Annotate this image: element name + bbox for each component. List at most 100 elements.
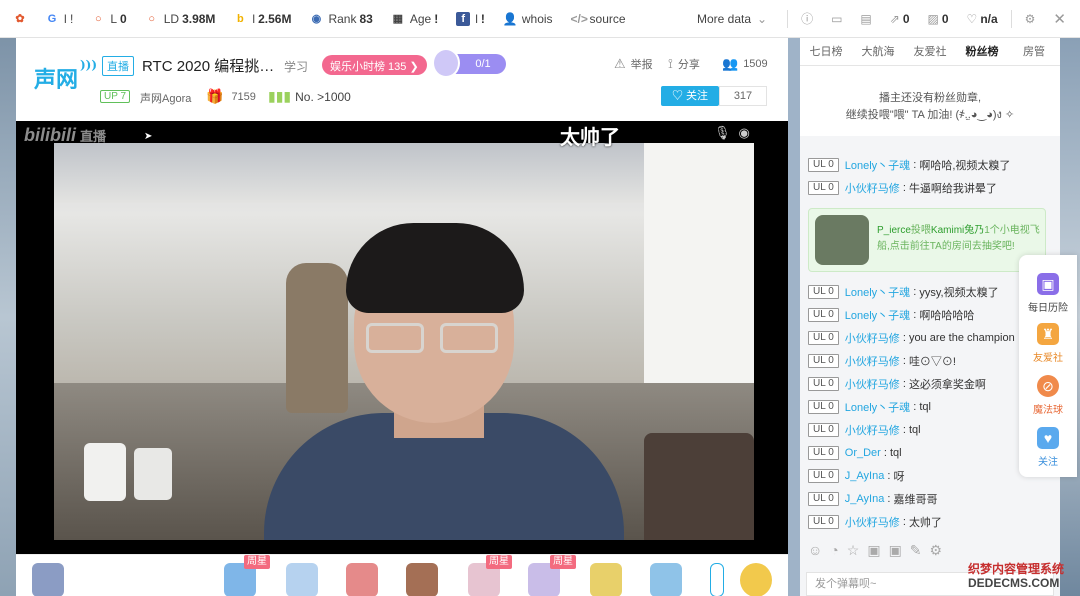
code-icon: </> <box>570 11 588 26</box>
tab-guild[interactable]: 友爱社 <box>904 38 956 65</box>
rank-icon: ◉ <box>311 12 322 25</box>
rank-tabs: 七日榜 大航海 友爱社 粉丝榜 房管 <box>800 38 1060 66</box>
tab-guard[interactable]: 大航海 <box>852 38 904 65</box>
room-header: 声网))) 直播 RTC 2020 编程挑… 学习 娱乐小时榜 135 ❯ 0/… <box>16 38 788 121</box>
ext-google-item[interactable]: Gl ! <box>36 0 82 38</box>
room-title: RTC 2020 编程挑… <box>142 58 275 75</box>
tab-weekly[interactable]: 七日榜 <box>800 38 852 65</box>
people-icon: 👥 <box>722 56 739 71</box>
mouse-cursor-icon: ➤ <box>144 131 153 142</box>
gift-item[interactable] <box>406 563 438 596</box>
room-area-link[interactable]: 学习 <box>284 58 308 75</box>
edit-icon[interactable]: ✎ <box>910 542 922 566</box>
monitor-icon: ▭ <box>831 11 843 26</box>
ext-link-stat[interactable]: ⇗ 0 <box>881 0 919 38</box>
heart-icon: ♥ <box>1037 427 1059 449</box>
page-background-left <box>0 38 16 596</box>
gift-notice[interactable]: P_ierce投喂Kamimi兔乃1个小电视飞船,点击前往TA的房间去抽奖吧! <box>808 208 1046 272</box>
seo-logo-icon: ✿ <box>15 12 25 25</box>
close-button[interactable]: ✕ <box>1044 0 1080 38</box>
hourly-rank-pill[interactable]: 娱乐小时榜 135 ❯ <box>322 55 427 75</box>
anchor-avatar-logo[interactable]: 声网))) <box>34 58 97 96</box>
danmaku-text: 太帅了 <box>560 127 620 149</box>
gift-scroll-handle[interactable] <box>710 563 724 596</box>
chat-message: UL 0 小伙籽马修 : you are the champion <box>808 329 1015 347</box>
ball-icon: ⊘ <box>1037 375 1059 397</box>
magic-ball-button[interactable]: ⊘ 魔法球 <box>1019 375 1077 416</box>
gift-robot-image <box>815 215 869 265</box>
guild-button[interactable]: ♜ 友爱社 <box>1019 323 1077 364</box>
ext-whois-item[interactable]: 👤 whois <box>494 0 562 38</box>
follow-side-button[interactable]: ♥ 关注 <box>1019 427 1077 468</box>
heart-icon: ♡ <box>671 90 687 102</box>
follow-button[interactable]: ♡ 关注 <box>661 86 719 106</box>
google-g-icon: G <box>47 12 57 25</box>
ext-doc-stat[interactable]: ▤ <box>851 0 880 38</box>
chat-message: UL 0 Lonely丶子魂 : tql <box>808 398 931 416</box>
chat-message: UL 0 J_AyIna : 呀 <box>808 467 905 485</box>
share-button[interactable]: ⟟ 分享 <box>668 56 700 72</box>
gift-item[interactable] <box>286 563 318 596</box>
ext-facebook-item[interactable]: f l! <box>447 0 494 38</box>
settings-button[interactable]: ⚙ <box>1016 0 1045 38</box>
tab-admins[interactable]: 房管 <box>1008 38 1060 65</box>
ext-bing-item[interactable]: b l 2.56M <box>224 0 300 38</box>
avatar-icon[interactable]: ◉ <box>739 125 750 141</box>
daily-adventure-button[interactable]: ▣ 每日历险 <box>1019 273 1077 314</box>
microphone-icon[interactable]: 🎙 <box>714 125 731 141</box>
chat-message: UL 0 小伙籽马修 : 这必须拿奖金啊 <box>808 375 986 393</box>
gift-item[interactable] <box>346 563 378 596</box>
facebook-icon: f <box>456 11 471 26</box>
anchor-name[interactable]: 声网Agora <box>140 90 191 106</box>
gift-item[interactable] <box>740 563 772 596</box>
circle-icon: ○ <box>148 12 156 25</box>
chevron-down-icon: ⌄ <box>757 11 768 26</box>
video-frame <box>54 143 754 540</box>
window-icon[interactable]: ▣ <box>889 542 902 566</box>
chat-message: UL 0 小伙籽马修 : 哇⊙▽⊙! <box>808 352 956 370</box>
live-video-player[interactable]: bilibili 直播 ➤ 太帅了 🎙 ◉ <box>16 121 788 554</box>
live-tag: 直播 <box>102 56 134 76</box>
castle-icon: ♜ <box>1037 323 1059 345</box>
close-icon: ✕ <box>1053 10 1066 28</box>
ext-heart-stat[interactable]: ♡ n/a <box>958 0 1007 38</box>
user-icon: 👤 <box>502 11 518 26</box>
chat-message: UL 0 J_AyIna : 嘉维哥哥 <box>808 490 938 508</box>
ext-l-item[interactable]: ○ L 0 <box>82 0 135 38</box>
up-level-badge: UP 7 <box>100 90 131 103</box>
palette-icon[interactable]: ◔ <box>830 542 838 566</box>
bing-icon: b <box>237 12 244 25</box>
ext-logo[interactable]: ✿ <box>4 0 36 38</box>
more-data-dropdown[interactable]: More data ⌄ <box>681 12 783 26</box>
viewer-count: 👥 1509 <box>722 56 768 71</box>
star-icon[interactable]: ☆ <box>847 542 860 566</box>
follower-count: 317 <box>719 86 767 106</box>
ext-info-stat[interactable]: ⓘ <box>792 0 822 38</box>
ext-source-item[interactable]: </> source <box>562 0 635 38</box>
gift-item[interactable] <box>32 563 64 596</box>
ext-rank-item[interactable]: ◉ Rank 83 <box>300 0 381 38</box>
rank-stat: ▮▮▮ No. >1000 <box>268 88 351 104</box>
share-icon: ⟟ <box>668 56 673 71</box>
emoji-icon[interactable]: ☺ <box>808 542 822 566</box>
ext-ld-item[interactable]: ○ LD 3.98M <box>136 0 225 38</box>
anchor-badge-pill[interactable]: 0/1 <box>432 48 506 78</box>
chat-message: UL 0 Lonely丶子魂 : yysy,视频太糗了 <box>808 283 999 301</box>
video-controls: 🎙 ◉ <box>714 125 750 141</box>
ext-chart-stat[interactable]: ▨ 0 <box>919 0 958 38</box>
tab-fans[interactable]: 粉丝榜 <box>956 38 1008 65</box>
chat-message: UL 0 小伙籽马修 : 太帅了 <box>808 513 942 531</box>
weekly-star-tag: 周星 <box>486 555 512 569</box>
ext-age-item[interactable]: ▦ Age! <box>382 0 447 38</box>
bilibili-watermark: bilibili 直播 <box>24 125 107 145</box>
window-icon[interactable]: ▣ <box>867 542 880 566</box>
ext-monitor-stat[interactable]: ▭ <box>822 0 851 38</box>
weekly-star-tag: 周星 <box>550 555 576 569</box>
gift-item[interactable] <box>650 563 682 596</box>
gift-item[interactable] <box>590 563 622 596</box>
chat-message: UL 0 小伙籽马修 : tql <box>808 421 921 439</box>
seo-extension-bar: ✿ Gl ! ○ L 0 ○ LD 3.98M b l 2.56M ◉ Rank 83 ▦ Age… <box>0 0 1080 38</box>
settings-icon[interactable]: ⚙ <box>930 542 943 566</box>
divider <box>787 9 789 28</box>
report-button[interactable]: ⚠ 举报 <box>614 56 653 72</box>
